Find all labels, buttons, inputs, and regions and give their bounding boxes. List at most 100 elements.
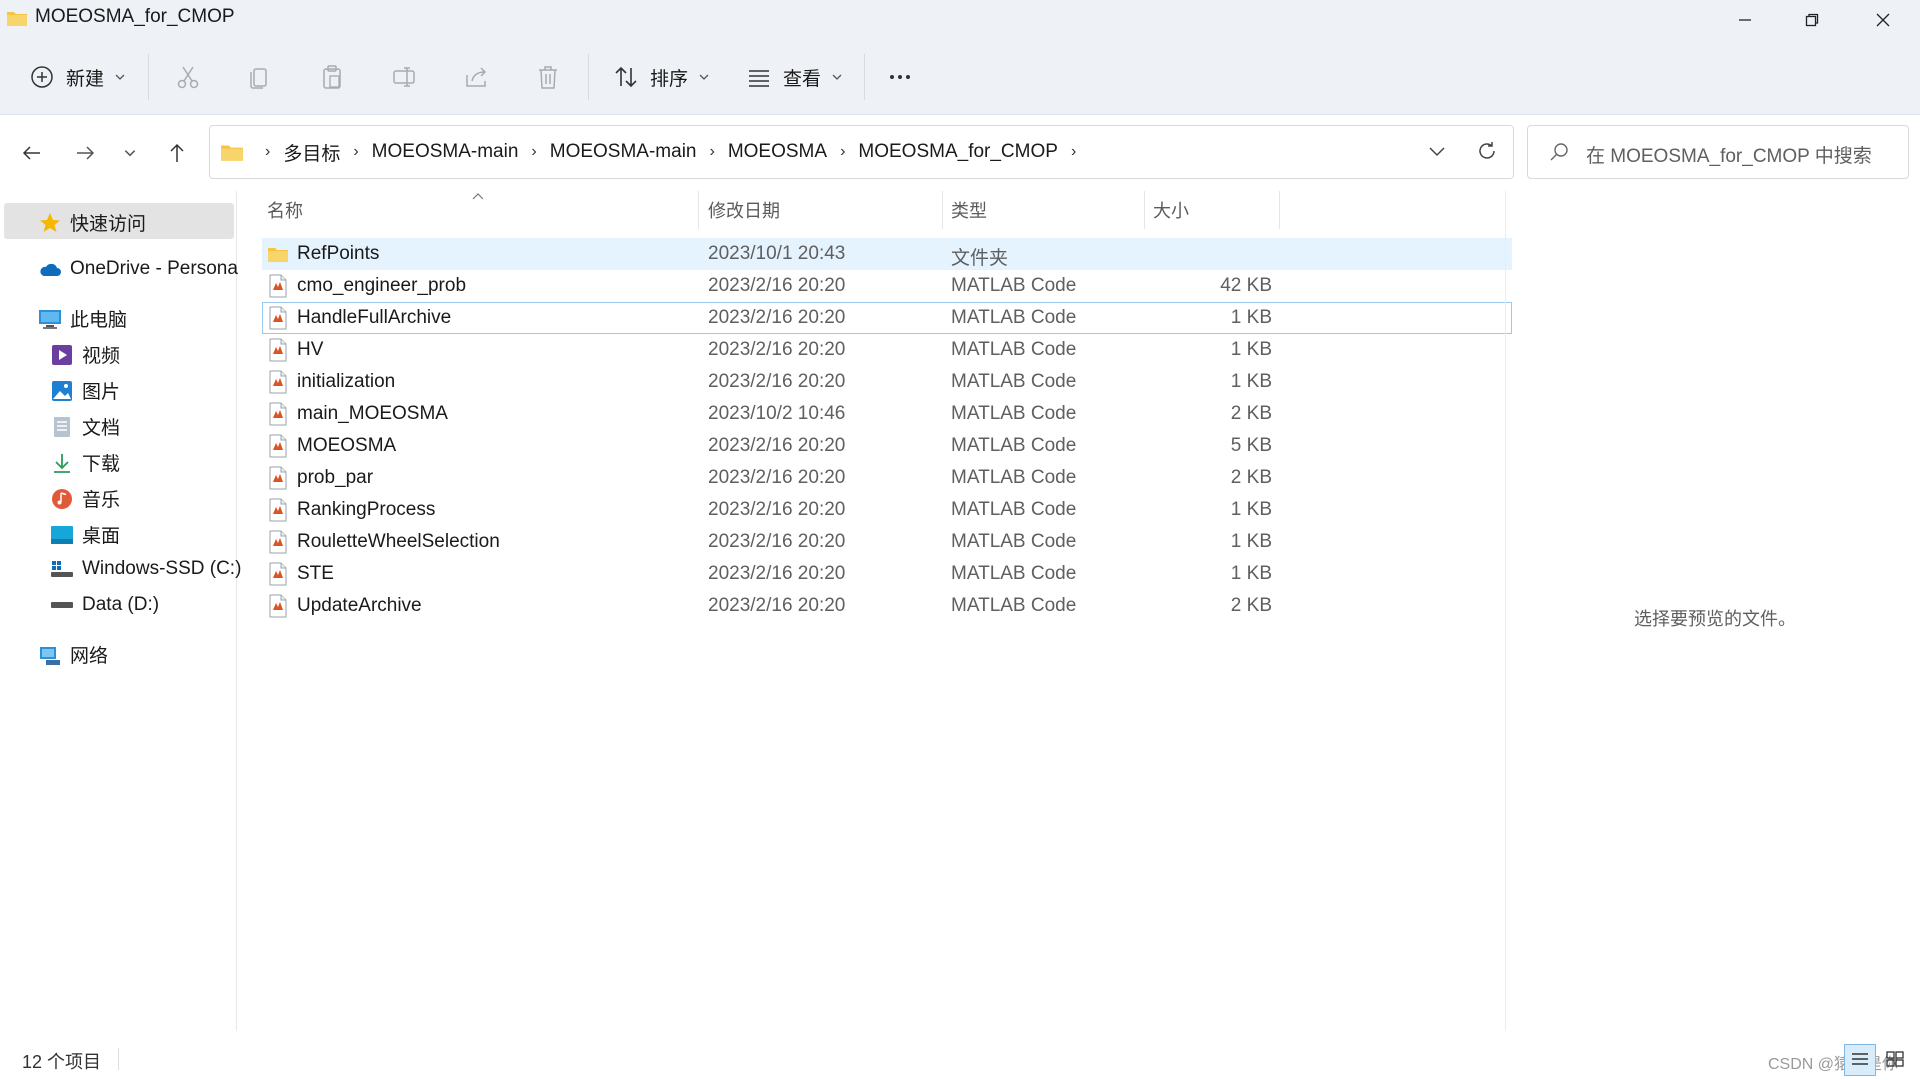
folder-icon [7, 12, 27, 26]
music-icon [52, 488, 72, 509]
chevron-right-icon[interactable]: › [1071, 143, 1076, 161]
minimize-button[interactable] [1710, 0, 1780, 40]
view-label: 查看 [783, 68, 822, 90]
file-row[interactable]: initialization 2023/2/16 20:20 MATLAB Code… [262, 366, 1512, 398]
recent-locations-button[interactable] [111, 134, 149, 172]
file-size: 1 KB [1230, 339, 1272, 360]
file-type: MATLAB Code [951, 339, 1077, 360]
file-name: HV [297, 339, 324, 360]
chevron-right-icon[interactable]: › [710, 143, 715, 161]
navigation-pane: 快速访问 OneDrive - Persona 此电脑 视频 图片 文档 下载 … [0, 191, 241, 1031]
file-row[interactable]: UpdateArchive 2023/2/16 20:20 MATLAB Code 2… [262, 590, 1512, 622]
download-icon [54, 453, 70, 473]
up-button[interactable] [158, 134, 196, 172]
chevron-down-icon [832, 74, 842, 80]
chevron-right-icon[interactable]: › [840, 143, 845, 161]
sidebar-item-music[interactable]: 音乐 [50, 485, 120, 512]
share-button[interactable] [462, 56, 490, 98]
sidebar-item-drive-d[interactable]: Data (D:) [50, 593, 159, 617]
plus-circle-icon [31, 66, 53, 88]
sidebar-item-videos[interactable]: 视频 [50, 341, 120, 368]
paste-icon [323, 65, 341, 89]
sidebar-item-desktop[interactable]: 桌面 [50, 521, 120, 548]
sidebar-label: 音乐 [82, 490, 121, 511]
forward-button[interactable] [66, 134, 104, 172]
file-row[interactable]: prob_par 2023/2/16 20:20 MATLAB Code 2 KB [262, 462, 1512, 494]
address-history-button[interactable] [1426, 140, 1448, 167]
details-view-button[interactable] [1844, 1044, 1876, 1076]
more-options-button[interactable] [886, 56, 914, 98]
close-button[interactable] [1848, 0, 1918, 40]
column-header-type[interactable]: 类型 [951, 191, 987, 229]
sidebar-item-network[interactable]: 网络 [38, 641, 108, 668]
file-size: 2 KB [1230, 467, 1272, 488]
breadcrumb-item[interactable]: 多目标 [283, 139, 340, 166]
sidebar-item-downloads[interactable]: 下载 [50, 449, 120, 476]
breadcrumb-item[interactable]: MOEOSMA-main [550, 141, 697, 163]
watermark: CSDN @猿来是你 [1768, 1056, 1899, 1073]
view-icon [749, 70, 769, 87]
file-row[interactable]: HV 2023/2/16 20:20 MATLAB Code 1 KB [262, 334, 1512, 366]
file-row[interactable]: RankingProcess 2023/2/16 20:20 MATLAB Code… [262, 494, 1512, 526]
file-date: 2023/2/16 20:20 [708, 467, 846, 488]
breadcrumb-item[interactable]: MOEOSMA_for_CMOP [858, 141, 1058, 163]
file-type: MATLAB Code [951, 563, 1077, 584]
breadcrumb: › 多目标 › MOEOSMA-main › MOEOSMA-main › MOEOSMA ›… [220, 126, 1089, 178]
chevron-down-icon [124, 150, 136, 157]
file-row[interactable]: cmo_engineer_prob 2023/2/16 20:20 MATLAB C… [262, 270, 1512, 302]
title-bar: MOEOSMA_for_CMOP [0, 0, 1920, 40]
chevron-right-icon[interactable]: › [353, 143, 358, 161]
file-row[interactable]: HandleFullArchive 2023/2/16 20:20 MATLAB C… [262, 302, 1512, 334]
tiles-view-button[interactable] [1880, 1044, 1910, 1074]
refresh-button[interactable] [1475, 139, 1499, 168]
file-size: 2 KB [1230, 403, 1272, 424]
sidebar-item-pictures[interactable]: 图片 [50, 377, 120, 404]
file-row[interactable]: RefPoints 2023/10/1 20:43 文件夹 [262, 238, 1512, 270]
details-view-icon [1852, 1053, 1868, 1065]
file-date: 2023/2/16 20:20 [708, 307, 846, 328]
cut-icon [177, 66, 199, 89]
sidebar-item-onedrive[interactable]: OneDrive - Persona [38, 257, 238, 281]
file-name: HandleFullArchive [297, 307, 452, 328]
column-header-date[interactable]: 修改日期 [708, 191, 780, 229]
column-header-size[interactable]: 大小 [1153, 191, 1189, 229]
sidebar-item-this-pc[interactable]: 此电脑 [38, 305, 127, 332]
search-input[interactable]: 在 MOEOSMA_for_CMOP 中搜索 [1527, 125, 1909, 179]
desktop-icon [51, 525, 73, 544]
file-row[interactable]: MOEOSMA 2023/2/16 20:20 MATLAB Code 5 KB [262, 430, 1512, 462]
file-type: 文件夹 [951, 248, 1009, 269]
file-row[interactable]: main_MOEOSMA 2023/10/2 10:46 MATLAB Code 2 … [262, 398, 1512, 430]
sidebar-item-drive-c[interactable]: Windows-SSD (C:) [50, 557, 241, 581]
minimize-icon [1739, 19, 1751, 21]
folder-icon [221, 145, 243, 161]
search-icon [1550, 143, 1568, 161]
file-date: 2023/2/16 20:20 [708, 275, 846, 296]
folder-icon [268, 248, 288, 262]
paste-button[interactable] [318, 56, 346, 98]
file-date: 2023/10/2 10:46 [708, 403, 846, 424]
file-size: 42 KB [1220, 275, 1272, 296]
sidebar-item-documents[interactable]: 文档 [50, 413, 120, 440]
breadcrumb-item[interactable]: MOEOSMA-main [372, 141, 519, 163]
copy-button[interactable] [246, 56, 274, 98]
file-date: 2023/2/16 20:20 [708, 499, 846, 520]
file-name: RouletteWheelSelection [297, 531, 500, 552]
sort-icon [615, 66, 637, 88]
column-header-name[interactable]: 名称 [267, 191, 303, 229]
cut-button[interactable] [174, 56, 202, 98]
chevron-down-icon [1429, 147, 1445, 157]
file-name: cmo_engineer_prob [297, 275, 467, 296]
chevron-right-icon[interactable]: › [531, 143, 536, 161]
delete-button[interactable] [534, 56, 562, 98]
file-row[interactable]: STE 2023/2/16 20:20 MATLAB Code 1 KB [262, 558, 1512, 590]
back-button[interactable] [13, 134, 51, 172]
address-bar[interactable]: › 多目标 › MOEOSMA-main › MOEOSMA-main › MOEOSMA ›… [209, 125, 1514, 179]
sidebar-item-quick-access[interactable]: 快速访问 [38, 209, 146, 236]
new-button[interactable]: 新建 [28, 56, 126, 98]
file-row[interactable]: RouletteWheelSelection 2023/2/16 20:20 MAT… [262, 526, 1512, 558]
breadcrumb-item[interactable]: MOEOSMA [728, 141, 827, 163]
view-button[interactable]: 查看 [745, 56, 843, 98]
restore-button[interactable] [1777, 0, 1847, 40]
sort-button[interactable]: 排序 [612, 56, 710, 98]
rename-button[interactable] [390, 56, 418, 98]
